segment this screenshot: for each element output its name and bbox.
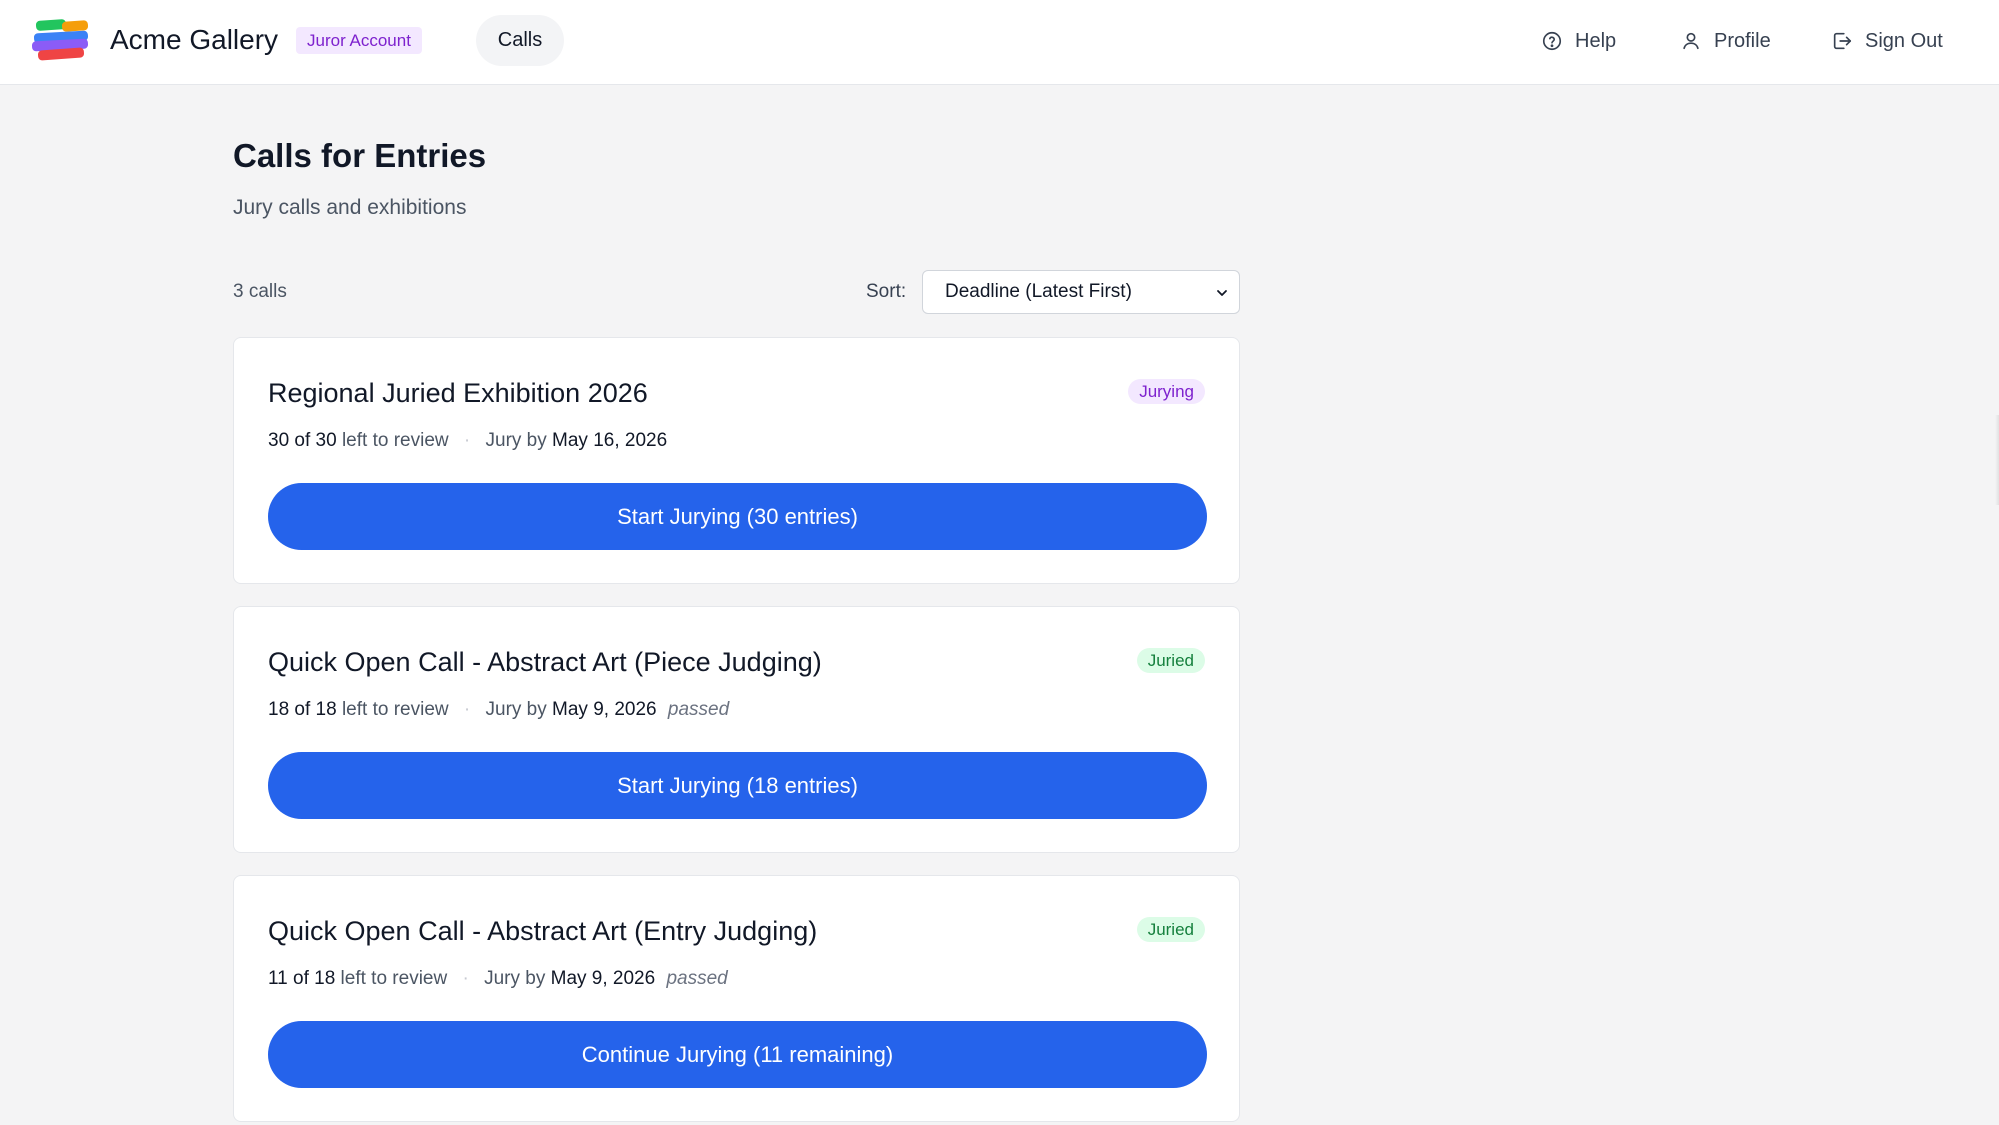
sign-out-icon — [1833, 32, 1852, 50]
start-jurying-button[interactable]: Start Jurying (30 entries) — [268, 483, 1207, 550]
help-link-label: Help — [1575, 29, 1617, 52]
jury-deadline: May 16, 2026 — [552, 430, 668, 451]
review-progress: 18 of 18 — [268, 699, 337, 720]
call-title: Regional Juried Exhibition 2026 — [268, 378, 648, 408]
sort-label: Sort: — [866, 281, 907, 302]
deadline-passed-label: passed — [667, 699, 730, 720]
meta-separator: · — [462, 968, 469, 989]
call-card: Quick Open Call - Abstract Art (Entry Ju… — [233, 875, 1240, 1122]
call-meta: 30 of 30 left to review · Jury by May 16… — [268, 428, 667, 454]
call-title: Quick Open Call - Abstract Art (Entry Ju… — [268, 916, 818, 946]
call-card: Regional Juried Exhibition 2026 Jurying … — [233, 337, 1240, 584]
profile-link[interactable]: Profile — [1680, 25, 1771, 57]
sign-out-link-label: Sign Out — [1865, 29, 1943, 52]
chevron-down-icon — [1217, 290, 1227, 296]
review-progress-label: left to review — [341, 699, 449, 720]
status-badge: Jurying — [1128, 379, 1205, 404]
status-badge: Juried — [1136, 917, 1205, 942]
nav-calls-tab[interactable]: Calls — [476, 15, 564, 66]
continue-jurying-button[interactable]: Continue Jurying (11 remaining) — [268, 1021, 1207, 1088]
page-subtitle: Jury calls and exhibitions — [233, 196, 467, 219]
page-title: Calls for Entries — [233, 137, 487, 174]
review-progress: 11 of 18 — [268, 968, 336, 989]
help-link[interactable]: Help — [1541, 25, 1616, 57]
scroll-edge-shadow — [1995, 415, 1999, 505]
call-meta: 11 of 18 left to review · Jury by May 9,… — [268, 966, 728, 992]
profile-link-label: Profile — [1714, 29, 1771, 52]
deadline-passed-label: passed — [666, 968, 728, 989]
call-card: Quick Open Call - Abstract Art (Piece Ju… — [233, 606, 1240, 853]
juror-account-badge: Juror Account — [296, 27, 422, 54]
status-badge: Juried — [1136, 648, 1205, 673]
jury-deadline: May 9, 2026 — [552, 699, 657, 720]
meta-separator: · — [463, 699, 471, 720]
jury-by-label: Jury by — [485, 430, 547, 451]
sort-selected-value: Deadline (Latest First) — [945, 281, 1132, 302]
sort-select[interactable]: Deadline (Latest First) — [922, 270, 1240, 314]
review-progress: 30 of 30 — [268, 430, 337, 451]
jury-deadline: May 9, 2026 — [550, 968, 656, 989]
start-jurying-button[interactable]: Start Jurying (18 entries) — [268, 752, 1207, 819]
user-icon — [1683, 32, 1699, 50]
brand-name[interactable]: Acme Gallery — [110, 22, 278, 58]
help-circle-icon — [1542, 31, 1562, 51]
review-progress-label: left to review — [340, 968, 448, 989]
jury-by-label: Jury by — [485, 699, 547, 720]
calls-count: 3 calls — [233, 281, 287, 302]
sign-out-link[interactable]: Sign Out — [1831, 25, 1943, 57]
review-progress-label: left to review — [341, 430, 449, 451]
call-title: Quick Open Call - Abstract Art (Piece Ju… — [268, 647, 822, 677]
acme-logo-icon[interactable] — [32, 18, 92, 62]
meta-separator: · — [463, 430, 471, 451]
jury-by-label: Jury by — [484, 968, 546, 989]
top-navigation-bar: Acme Gallery Juror Account Calls Help Pr… — [0, 0, 1999, 85]
call-meta: 18 of 18 left to review · Jury by May 9,… — [268, 697, 729, 723]
